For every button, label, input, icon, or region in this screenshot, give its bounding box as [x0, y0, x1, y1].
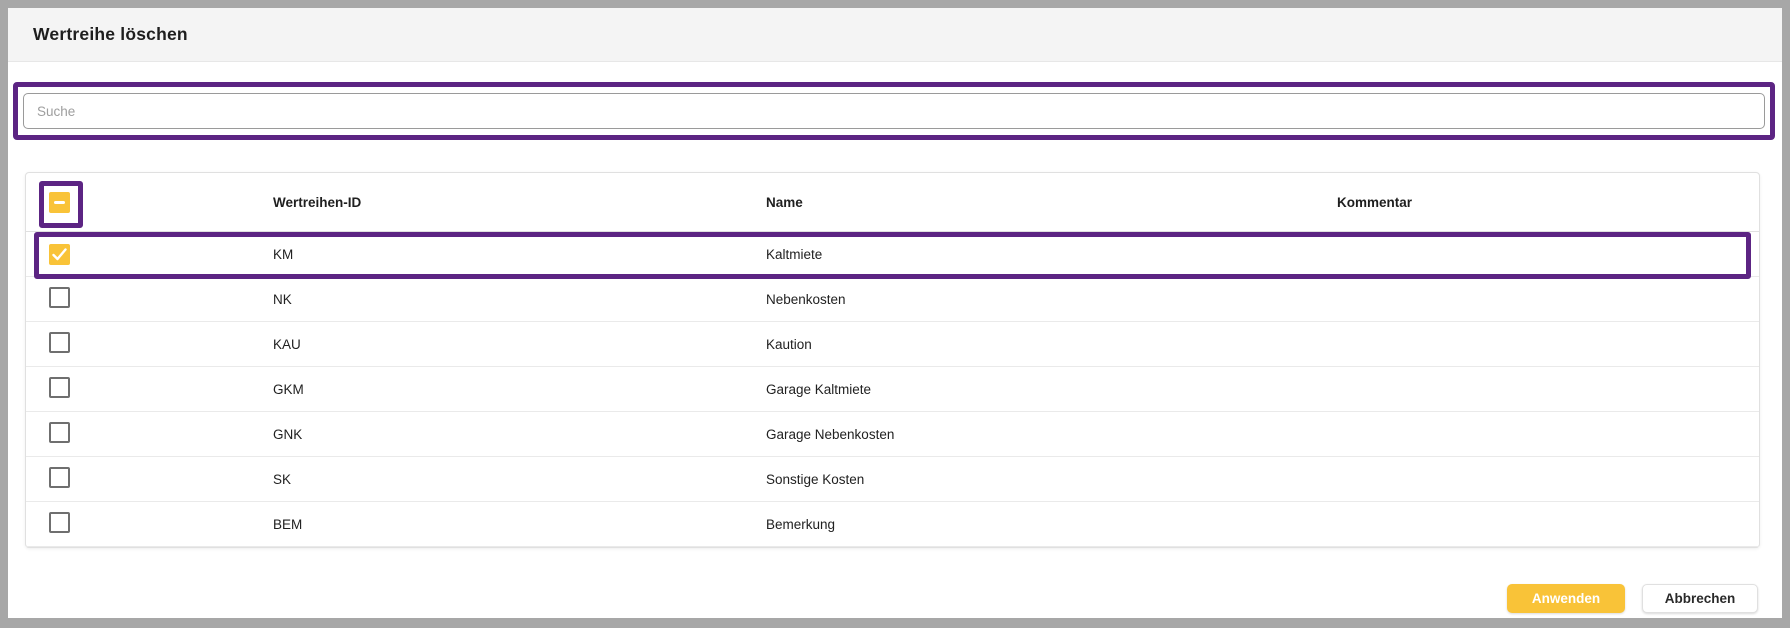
checkbox-cell: [26, 244, 273, 265]
cell-name: Kaltmiete: [766, 247, 1337, 262]
row-checkbox[interactable]: [49, 244, 70, 265]
annotation-search-highlight: [13, 82, 1775, 140]
checkbox-cell: [26, 422, 273, 446]
table-row-gnk[interactable]: GNK Garage Nebenkosten: [26, 412, 1759, 457]
delete-series-dialog: Wertreihe löschen Wertreihen-ID Name Kom…: [8, 8, 1782, 618]
row-checkbox[interactable]: [49, 287, 70, 308]
row-checkbox[interactable]: [49, 467, 70, 488]
cell-name: Sonstige Kosten: [766, 472, 1337, 487]
dialog-title: Wertreihe löschen: [33, 24, 188, 45]
cell-name: Kaution: [766, 337, 1337, 352]
row-checkbox[interactable]: [49, 332, 70, 353]
series-table: Wertreihen-ID Name Kommentar KM Kaltmiet…: [25, 172, 1760, 548]
checkmark-icon: [52, 248, 67, 261]
column-header-wertreihen-id[interactable]: Wertreihen-ID: [273, 195, 766, 210]
cell-wertreihen-id: KM: [273, 247, 766, 262]
cell-wertreihen-id: NK: [273, 292, 766, 307]
table-row-gkm[interactable]: GKM Garage Kaltmiete: [26, 367, 1759, 412]
checkbox-cell: [26, 332, 273, 356]
checkbox-cell: [26, 467, 273, 491]
cell-wertreihen-id: SK: [273, 472, 766, 487]
row-checkbox[interactable]: [49, 512, 70, 533]
table-row-bem[interactable]: BEM Bemerkung: [26, 502, 1759, 547]
select-all-cell: [26, 192, 273, 213]
cancel-button[interactable]: Abbrechen: [1642, 584, 1758, 613]
cell-name: Garage Kaltmiete: [766, 382, 1337, 397]
row-checkbox[interactable]: [49, 422, 70, 443]
dialog-header: Wertreihe löschen: [8, 8, 1782, 62]
search-input[interactable]: [23, 93, 1765, 129]
table-row-kau[interactable]: KAU Kaution: [26, 322, 1759, 367]
indeterminate-dash-icon: [54, 201, 65, 204]
cell-wertreihen-id: KAU: [273, 337, 766, 352]
apply-button[interactable]: Anwenden: [1507, 584, 1625, 613]
table-row-nk[interactable]: NK Nebenkosten: [26, 277, 1759, 322]
dialog-footer: Anwenden Abbrechen: [1507, 584, 1758, 613]
select-all-checkbox[interactable]: [49, 192, 70, 213]
cell-name: Garage Nebenkosten: [766, 427, 1337, 442]
cell-name: Bemerkung: [766, 517, 1337, 532]
cell-name: Nebenkosten: [766, 292, 1337, 307]
table-row-sk[interactable]: SK Sonstige Kosten: [26, 457, 1759, 502]
cell-wertreihen-id: GNK: [273, 427, 766, 442]
column-header-kommentar[interactable]: Kommentar: [1337, 195, 1759, 210]
column-header-name[interactable]: Name: [766, 195, 1337, 210]
row-checkbox[interactable]: [49, 377, 70, 398]
cell-wertreihen-id: GKM: [273, 382, 766, 397]
checkbox-cell: [26, 512, 273, 536]
table-row-km[interactable]: KM Kaltmiete: [26, 232, 1759, 277]
table-header-row: Wertreihen-ID Name Kommentar: [26, 173, 1759, 232]
checkbox-cell: [26, 287, 273, 311]
checkbox-cell: [26, 377, 273, 401]
cell-wertreihen-id: BEM: [273, 517, 766, 532]
